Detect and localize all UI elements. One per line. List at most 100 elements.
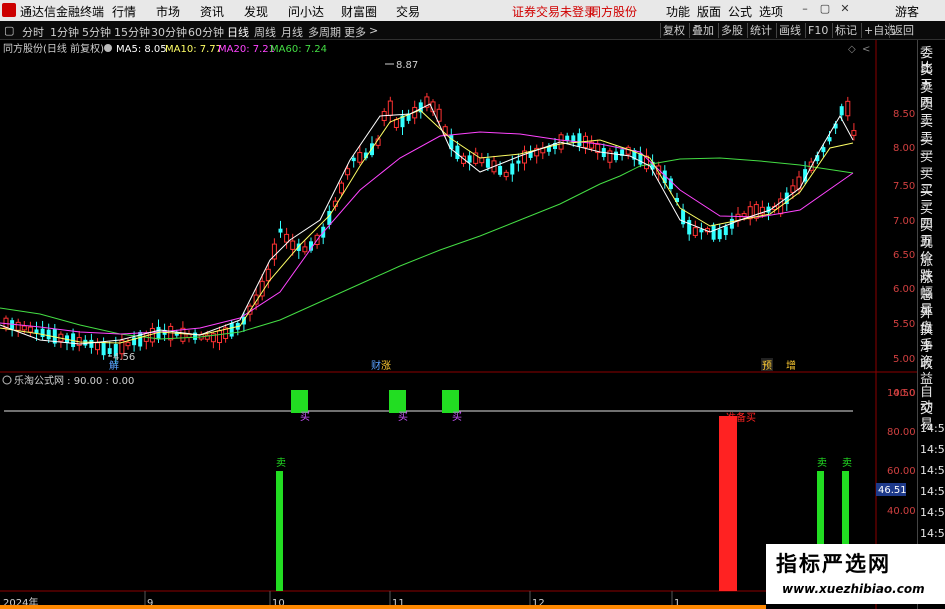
sell-signal-bar: [276, 471, 283, 591]
indicator-tick: 80.00: [887, 427, 916, 438]
main-chart-header: 同方股份(日线 前复权) MA5: 8.05 MA10: 7.77 MA20: …: [3, 42, 870, 55]
price-tick: 5.50: [893, 319, 915, 330]
sidebar-toggle-icon[interactable]: ▢: [4, 24, 14, 37]
candle-body: [516, 160, 521, 164]
marker-finance[interactable]: 财: [371, 359, 381, 372]
marker-unlock[interactable]: 解: [109, 359, 119, 372]
menu-item-quotes[interactable]: 行情: [112, 3, 136, 20]
overlay-button[interactable]: 叠加: [689, 23, 716, 38]
draw-line-button[interactable]: 画线: [776, 23, 803, 38]
watermark: 指标严选网 www.xuezhibiao.com: [766, 544, 945, 604]
tab-intraday[interactable]: 分时: [22, 24, 44, 40]
indicator-header: 乐淘公式网 : 90.00 : 0.00: [2, 374, 134, 387]
candle-body: [284, 233, 290, 243]
marker-rise[interactable]: 涨: [381, 360, 391, 372]
menu-item-ask[interactable]: 问小达: [288, 3, 324, 20]
candle-body: [845, 100, 851, 117]
indicator-label: 乐淘公式网 : 90.00 : 0.00: [14, 374, 134, 387]
candle-body: [34, 329, 39, 334]
tab-60min[interactable]: 60分钟: [188, 24, 224, 40]
tab-15min[interactable]: 15分钟: [114, 24, 150, 40]
price-tick: 7.50: [893, 181, 915, 192]
price-tick: 6.50: [893, 250, 915, 261]
menu-item-wealth[interactable]: 财富圈: [341, 3, 377, 20]
high-price-label: 8.87: [396, 60, 418, 71]
mark-button[interactable]: 标记: [832, 23, 859, 38]
tab-weekly[interactable]: 周线: [254, 24, 276, 40]
restore-rights-button[interactable]: 复权: [660, 23, 687, 38]
candle-body: [510, 163, 515, 175]
candle-body: [393, 119, 399, 128]
menu-item-discover[interactable]: 发现: [244, 3, 268, 20]
candle-body: [193, 332, 198, 340]
side-time: 14:56: [920, 485, 945, 498]
candle-body: [89, 339, 94, 348]
statistics-button[interactable]: 统计: [747, 23, 774, 38]
candle-body: [711, 224, 716, 240]
multi-stock-button[interactable]: 多股: [718, 23, 745, 38]
buy-signal-label: 买: [300, 411, 310, 423]
indicator-settings-icon[interactable]: [2, 375, 12, 385]
candle-body: [687, 220, 692, 235]
close-icon[interactable]: ✕: [838, 2, 852, 16]
restore-icon[interactable]: ▢: [818, 2, 832, 16]
tab-1min[interactable]: 1分钟: [50, 24, 79, 40]
candle-body: [21, 325, 27, 331]
menu-item-trade[interactable]: 交易: [396, 3, 420, 20]
candle-body: [717, 229, 722, 240]
tab-monthly[interactable]: 月线: [281, 24, 303, 40]
buy-signal-box: [389, 390, 406, 413]
candle-body: [46, 329, 51, 340]
settings-dot-icon[interactable]: [104, 44, 112, 52]
tab-30min[interactable]: 30分钟: [151, 24, 187, 40]
quote-side-panel: 委比 卖五 卖四 卖三 卖二 卖一 买一 买二 买三 买四 买五 现价 涨跌 涨幅 总量 外盘 换手 净资 收益 自动…: [917, 40, 945, 609]
diamond-icon[interactable]: ◇: [848, 44, 856, 55]
candle-body: [498, 165, 503, 175]
price-tick: 5.00: [893, 354, 915, 365]
candle-body: [278, 228, 283, 233]
chart-area[interactable]: 同方股份(日线 前复权) MA5: 8.05 MA10: 7.77 MA20: …: [0, 40, 917, 609]
tab-multi-period[interactable]: 多周期: [308, 24, 341, 40]
tab-more[interactable]: 更多: [344, 24, 366, 40]
back-button[interactable]: 返回: [889, 23, 916, 38]
menu-formula[interactable]: 公式: [728, 3, 752, 20]
candle-body: [821, 147, 826, 153]
chevron-right-icon[interactable]: >: [369, 24, 378, 37]
buy-signal-box: [291, 390, 308, 413]
watermark-title: 指标严选网: [776, 552, 891, 576]
chevron-left-icon[interactable]: <: [862, 44, 870, 55]
menu-options[interactable]: 选项: [759, 3, 783, 20]
watermark-url: www.xuezhibiao.com: [782, 582, 925, 596]
candle-body: [577, 133, 582, 147]
side-item[interactable]: 收益: [920, 357, 945, 387]
app-title: 通达信金融终端: [20, 5, 105, 19]
side-time: 14:56: [920, 443, 945, 456]
marker-increase[interactable]: 增: [786, 359, 796, 372]
tab-5min[interactable]: 5分钟: [82, 24, 111, 40]
candle-body: [101, 342, 106, 356]
candle-body: [217, 330, 222, 344]
scroll-bar[interactable]: [0, 605, 766, 609]
f10-button[interactable]: F10: [805, 23, 830, 38]
candle-body: [565, 135, 570, 141]
side-time: 14:56: [920, 422, 945, 435]
candle-body: [27, 326, 33, 333]
tab-daily[interactable]: 日线: [227, 24, 249, 40]
candle-body: [15, 321, 21, 331]
menu-layout[interactable]: 版面: [697, 3, 721, 20]
candle-body: [229, 322, 234, 337]
minimize-icon[interactable]: –: [798, 2, 812, 16]
menu-item-news[interactable]: 资讯: [200, 3, 224, 20]
guest-label[interactable]: 游客: [895, 3, 919, 20]
marker-forecast[interactable]: 预: [762, 360, 772, 372]
ma5-label: MA5: 8.05: [116, 44, 167, 55]
menu-bar: 通达信金融终端 行情 市场 资讯 发现 问小达 财富圈 交易 证券交易未登录 同…: [0, 0, 945, 21]
buy-signal-box: [442, 390, 459, 413]
menu-function[interactable]: 功能: [666, 3, 690, 20]
prepare-buy-label: 准备买: [726, 411, 756, 424]
prepare-buy-bar: [719, 416, 737, 591]
menu-item-market[interactable]: 市场: [156, 3, 180, 20]
ma10-label: MA10: 7.77: [165, 44, 222, 55]
login-status[interactable]: 证券交易未登录: [512, 3, 596, 20]
candle-body: [436, 108, 442, 122]
